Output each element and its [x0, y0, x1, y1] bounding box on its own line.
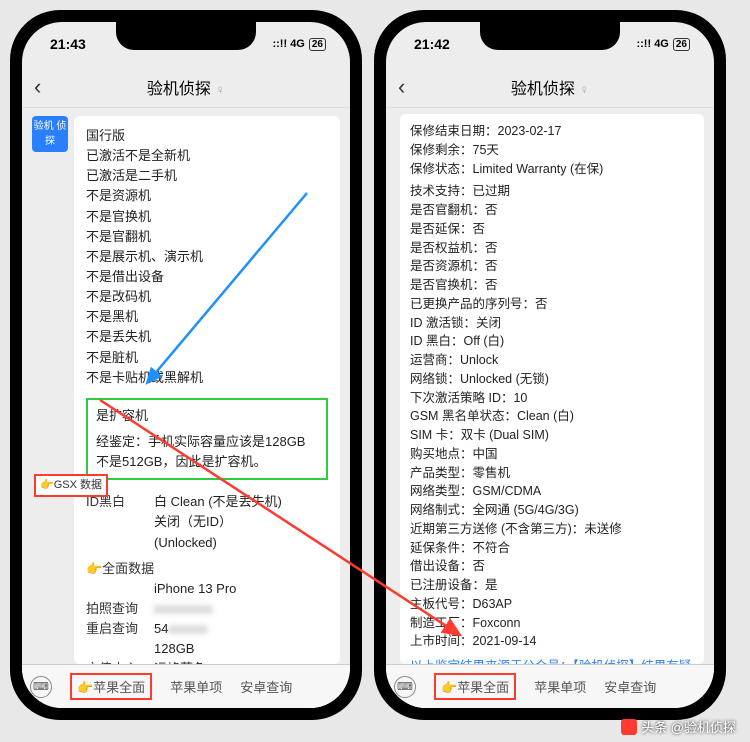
phone-left: 21:43 ::!! 4G 26 ‹ 验机侦探 ♀ 验机 侦探 国行版 已激活不… — [10, 10, 362, 720]
header: ‹ 验机侦探 ♀ — [22, 66, 350, 108]
tab-android[interactable]: 安卓查询 — [604, 677, 656, 696]
page-title: 验机侦探 ♀ — [58, 75, 314, 99]
header: ‹ 验机侦探 ♀ — [386, 66, 714, 108]
contact-icon: ♀ — [579, 82, 589, 97]
list-item: 是否官换机：否 — [410, 276, 694, 295]
highlight-body: 经鉴定：手机实际容量应该是128GB不是512GB，因此是扩容机。 — [96, 432, 318, 472]
list-item: 不是黑机 — [86, 307, 328, 327]
list-item: 延保条件：不符合 — [410, 539, 694, 558]
list-item: 已注册设备：是 — [410, 576, 694, 595]
tab-android[interactable]: 安卓查询 — [240, 677, 292, 696]
list-item: 网络锁：Unlocked (无锁) — [410, 370, 694, 389]
list-item: 不是官换机 — [86, 207, 328, 227]
avatar[interactable]: 验机 侦探 — [32, 116, 68, 152]
list-item: 已更换产品的序列号：否 — [410, 295, 694, 314]
list-item: ID 黑白：Off (白) — [410, 332, 694, 351]
screen-left: 21:43 ::!! 4G 26 ‹ 验机侦探 ♀ 验机 侦探 国行版 已激活不… — [22, 22, 350, 708]
status-time: 21:43 — [50, 36, 86, 52]
keyboard-icon[interactable]: ⌨ — [394, 676, 416, 698]
list-item: 已激活是二手机 — [86, 166, 328, 186]
list-item: 不是资源机 — [86, 186, 328, 206]
message-body[interactable]: 验机 侦探 国行版 已激活不是全新机 已激活是二手机 不是资源机 不是官换机 不… — [22, 108, 350, 664]
list-item: 是否资源机：否 — [410, 257, 694, 276]
list-item: 技术支持：已过期 — [410, 182, 694, 201]
list-item: 上市时间：2021-09-14 — [410, 632, 694, 651]
tab-apple-single[interactable]: 苹果单项 — [534, 677, 586, 696]
list-item: 不是丢失机 — [86, 327, 328, 347]
tab-apple-full[interactable]: 👉苹果全面 — [70, 673, 152, 700]
back-button[interactable]: ‹ — [34, 74, 58, 100]
list-item: 保修状态：Limited Warranty (在保) — [410, 160, 694, 179]
list-item: 不是展示机、演示机 — [86, 247, 328, 267]
watermark: 头条 @验机侦探 — [621, 717, 736, 736]
list-item: 借出设备：否 — [410, 557, 694, 576]
status-network: ::!! 4G 26 — [272, 38, 326, 51]
list-item: 不是脏机 — [86, 348, 328, 368]
phone-right: 21:42 ::!! 4G 26 ‹ 验机侦探 ♀ 保修结束日期：2023-02… — [374, 10, 726, 720]
list-item: 是否官翻机：否 — [410, 201, 694, 220]
list-item: 近期第三方送修 (不含第三方)：未送修 — [410, 520, 694, 539]
list-item: ID 激活锁：关闭 — [410, 314, 694, 333]
list-item: 不是借出设备 — [86, 267, 328, 287]
list-item: 已激活不是全新机 — [86, 146, 328, 166]
list-item: 制造工厂：Foxconn — [410, 614, 694, 633]
full-data-link[interactable]: 👉全面数据 — [86, 559, 168, 579]
screen-right: 21:42 ::!! 4G 26 ‹ 验机侦探 ♀ 保修结束日期：2023-02… — [386, 22, 714, 708]
tab-apple-full[interactable]: 👉苹果全面 — [434, 673, 516, 700]
list-item: 国行版 — [86, 126, 328, 146]
status-network: ::!! 4G 26 — [636, 38, 690, 51]
source-note: 以上鉴定结果来源于公众号：【验机侦探】结果有疑问请联系微信： — [410, 657, 694, 664]
footer-tabs: ⌨ 👉苹果全面 苹果单项 安卓查询 — [22, 664, 350, 708]
list-item: 主板代号：D63AP — [410, 595, 694, 614]
contact-icon: ♀ — [215, 82, 225, 97]
list-item: 不是卡贴机或黑解机 — [86, 368, 328, 388]
list-item: 不是改码机 — [86, 287, 328, 307]
list-item: 购买地点：中国 — [410, 445, 694, 464]
message-body[interactable]: 保修结束日期：2023-02-17 保修剩余：75天 保修状态：Limited … — [386, 108, 714, 664]
check-results-list: 国行版 已激活不是全新机 已激活是二手机 不是资源机 不是官换机 不是官翻机 不… — [86, 126, 328, 388]
list-item: GSM 黑名单状态：Clean (白) — [410, 407, 694, 426]
notch — [116, 22, 256, 50]
gsx-data-tag[interactable]: 👉GSX 数据 — [34, 474, 108, 497]
list-item: 下次激活策略 ID：10 — [410, 389, 694, 408]
kv-list: ID黑白白 Clean (不是丢失机) 关闭（无ID） (Unlocked) 👉… — [86, 492, 328, 664]
list-item: 运营商：Unlock — [410, 351, 694, 370]
back-button[interactable]: ‹ — [398, 74, 422, 100]
list-item: 是否延保：否 — [410, 220, 694, 239]
list-item: 网络制式：全网通 (5G/4G/3G) — [410, 501, 694, 520]
page-title: 验机侦探 ♀ — [422, 75, 678, 99]
list-item: 保修结束日期：2023-02-17 — [410, 122, 694, 141]
list-item: 保修剩余：75天 — [410, 141, 694, 160]
keyboard-icon[interactable]: ⌨ — [30, 676, 52, 698]
notch — [480, 22, 620, 50]
tab-apple-single[interactable]: 苹果单项 — [170, 677, 222, 696]
list-item: 产品类型：零售机 — [410, 464, 694, 483]
message-bubble: 国行版 已激活不是全新机 已激活是二手机 不是资源机 不是官换机 不是官翻机 不… — [74, 116, 340, 664]
highlight-box: 是扩容机 经鉴定：手机实际容量应该是128GB不是512GB，因此是扩容机。 — [86, 398, 328, 480]
list-item: SIM 卡：双卡 (Dual SIM) — [410, 426, 694, 445]
toutiao-icon — [621, 719, 637, 735]
footer-tabs: ⌨ 👉苹果全面 苹果单项 安卓查询 — [386, 664, 714, 708]
list-item: 不是官翻机 — [86, 227, 328, 247]
highlight-title: 是扩容机 — [96, 406, 318, 426]
gsx-detail-list: 保修结束日期：2023-02-17 保修剩余：75天 保修状态：Limited … — [400, 114, 704, 664]
list-item: 网络类型：GSM/CDMA — [410, 482, 694, 501]
status-time: 21:42 — [414, 36, 450, 52]
list-item: 是否权益机：否 — [410, 239, 694, 258]
